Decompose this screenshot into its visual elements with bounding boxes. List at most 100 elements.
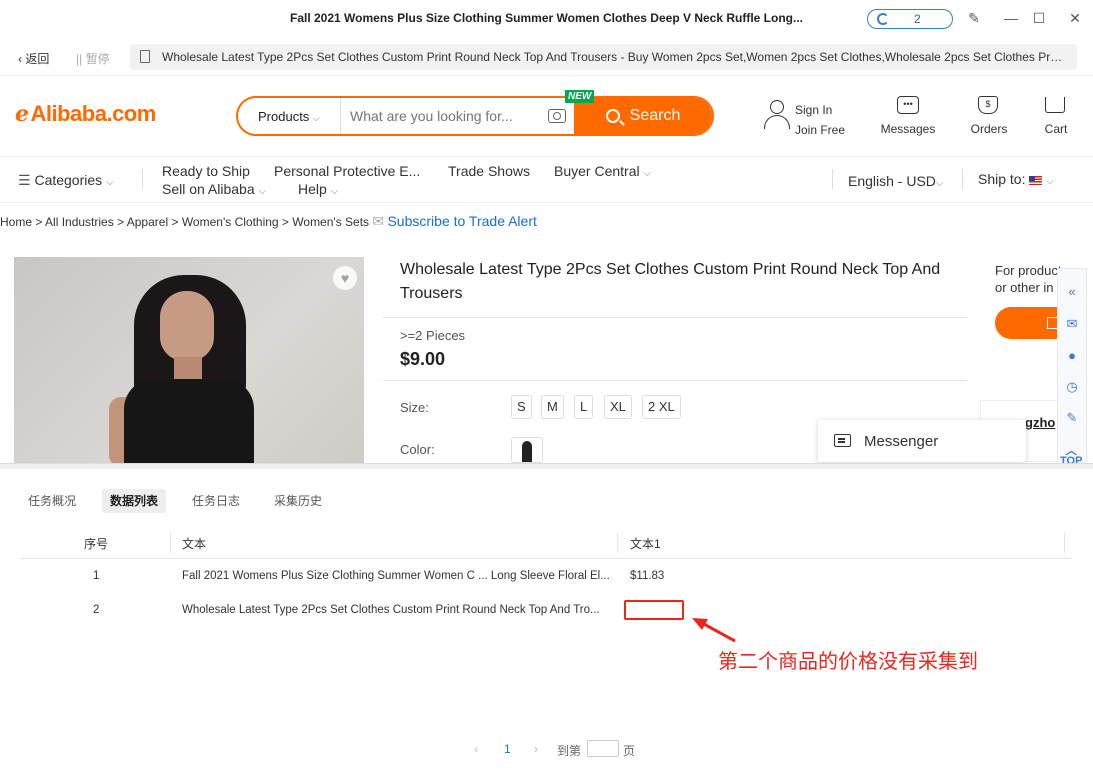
categories-menu[interactable]: ☰ Categories ⌵ [18, 172, 114, 189]
column-text1[interactable]: 文本1 [630, 535, 661, 552]
size-option-l[interactable]: L [574, 395, 594, 419]
camera-icon[interactable] [548, 109, 566, 123]
nav-divider [962, 169, 963, 189]
messenger-label: Messenger [864, 433, 939, 450]
row-index: 2 [93, 604, 100, 616]
tab-data-list[interactable]: 数据列表 [102, 489, 167, 513]
cart-link[interactable]: Cart [1030, 122, 1082, 136]
list-icon: ☰ [18, 172, 31, 188]
column-divider[interactable] [617, 533, 618, 553]
search-category-select[interactable]: Products ⌵ [258, 109, 320, 124]
feedback-icon[interactable]: ✎ [1063, 409, 1081, 427]
size-label: Size: [400, 400, 429, 415]
prev-page-icon[interactable]: ‹ [474, 742, 478, 756]
ready-to-ship-link[interactable]: Ready to Ship [162, 163, 250, 179]
size-option-m[interactable]: M [541, 395, 564, 419]
pause-label: 暂停 [85, 52, 110, 66]
chevron-down-icon: ⌵ [106, 177, 114, 188]
cart-icon[interactable] [1045, 97, 1065, 113]
supplier-name[interactable]: gzho [1025, 415, 1055, 430]
pause-icon: || [76, 52, 86, 66]
search-button[interactable]: Search [574, 98, 712, 134]
pause-button[interactable]: || 暂停 [76, 50, 110, 67]
crumb-womens-clothing[interactable]: Women's Clothing [182, 215, 279, 229]
favorite-heart-icon[interactable]: ♥ [333, 266, 357, 290]
missing-value-highlight [624, 600, 684, 620]
ship-to-select[interactable]: Ship to: ⌵ [978, 171, 1054, 187]
size-option-2xl[interactable]: 2 XL [642, 395, 681, 419]
chevron-down-icon: ⌵ [312, 113, 320, 123]
product-title: Wholesale Latest Type 2Pcs Set Clothes C… [400, 261, 941, 302]
panel-splitter[interactable] [0, 463, 1093, 469]
column-text[interactable]: 文本 [182, 535, 206, 552]
globe-icon[interactable]: ● [1063, 347, 1081, 365]
buyer-central-menu[interactable]: Buyer Central ⌵ [554, 163, 651, 179]
messages-icon[interactable]: ••• [897, 96, 919, 114]
next-page-icon[interactable]: › [534, 742, 538, 756]
sell-label: Sell on Alibaba [162, 181, 255, 197]
data-table-header: 序号 文本 文本1 [20, 527, 1072, 559]
minimize-icon[interactable]: — [1003, 10, 1019, 26]
edit-icon[interactable]: ✎ [966, 10, 982, 26]
trade-shows-link[interactable]: Trade Shows [448, 163, 530, 179]
page-suffix: 页 [623, 744, 636, 758]
chat-icon [834, 434, 851, 447]
sign-in-link[interactable]: Sign In [795, 100, 845, 120]
annotation-arrow-icon [692, 618, 736, 643]
product-image[interactable] [14, 257, 364, 463]
goto-page-input[interactable] [587, 740, 619, 757]
categories-label: Categories [34, 172, 103, 188]
search-bar: Products ⌵ Search [236, 96, 714, 136]
subscribe-trade-alert-link[interactable]: Subscribe to Trade Alert [387, 213, 536, 229]
color-option-thumbnail[interactable] [511, 437, 543, 463]
row-text: Fall 2021 Womens Plus Size Clothing Summ… [182, 570, 610, 582]
size-option-s[interactable]: S [511, 395, 532, 419]
language-currency-select[interactable]: English - USD⌵ [848, 173, 944, 189]
task-count: 2 [914, 12, 921, 26]
mail-icon: ✉ [372, 213, 385, 229]
sell-menu[interactable]: Sell on Alibaba ⌵ [162, 181, 266, 197]
join-free-link[interactable]: Join Free [795, 120, 845, 140]
ppe-link[interactable]: Personal Protective E... [274, 163, 420, 179]
help-menu[interactable]: Help ⌵ [298, 181, 338, 197]
orders-icon[interactable]: $ [978, 96, 998, 114]
back-button[interactable]: ‹ 返回 [18, 50, 49, 67]
url-field[interactable]: Wholesale Latest Type 2Pcs Set Clothes C… [130, 44, 1077, 70]
orders-link[interactable]: Orders [960, 122, 1018, 136]
messages-link[interactable]: Messages [874, 122, 942, 136]
tab-task-overview[interactable]: 任务概况 [20, 489, 84, 513]
supplier-contact-text: For product pri or other in [995, 262, 1065, 296]
task-progress-pill[interactable]: 2 [867, 9, 953, 29]
current-page[interactable]: 1 [504, 742, 511, 756]
crumb-apparel[interactable]: Apparel [127, 215, 168, 229]
collapse-left-icon[interactable]: « [1063, 283, 1081, 301]
search-input[interactable] [350, 106, 540, 126]
mail-icon[interactable]: ✉ [1063, 315, 1081, 333]
maximize-icon[interactable]: ☐ [1031, 10, 1047, 26]
crumb-all-industries[interactable]: All Industries [45, 215, 114, 229]
annotation-text: 第二个商品的价格没有采集到 [718, 651, 978, 673]
column-index[interactable]: 序号 [84, 535, 108, 552]
loading-spinner-icon [877, 13, 889, 25]
url-text: Wholesale Latest Type 2Pcs Set Clothes C… [162, 50, 1067, 64]
size-option-xl[interactable]: XL [604, 395, 632, 419]
column-divider[interactable] [1064, 533, 1065, 553]
tab-collection-history[interactable]: 采集历史 [266, 489, 330, 513]
row-index: 1 [93, 570, 100, 582]
chevron-down-icon: ⌵ [1046, 176, 1054, 187]
crumb-home[interactable]: Home [0, 215, 32, 229]
language-label: English - USD [848, 173, 936, 189]
crumb-womens-sets[interactable]: Women's Sets [292, 215, 369, 229]
column-divider[interactable] [170, 533, 171, 553]
history-clock-icon[interactable]: ◷ [1063, 378, 1081, 396]
user-icon[interactable] [763, 100, 791, 130]
chevron-down-icon: ⌵ [258, 186, 267, 197]
tab-task-log[interactable]: 任务日志 [184, 489, 248, 513]
alibaba-logo[interactable]: ℯAlibaba.com [15, 101, 156, 127]
contact-supplier-button[interactable] [995, 307, 1065, 339]
window-titlebar: Fall 2021 Womens Plus Size Clothing Summ… [0, 0, 1093, 38]
close-icon[interactable]: ✕ [1067, 10, 1083, 26]
floating-toolbar: « ✉ ● ◷ ✎ ︿ TOP [1057, 268, 1087, 467]
messenger-widget[interactable]: Messenger [818, 420, 1026, 462]
divider [383, 317, 967, 318]
